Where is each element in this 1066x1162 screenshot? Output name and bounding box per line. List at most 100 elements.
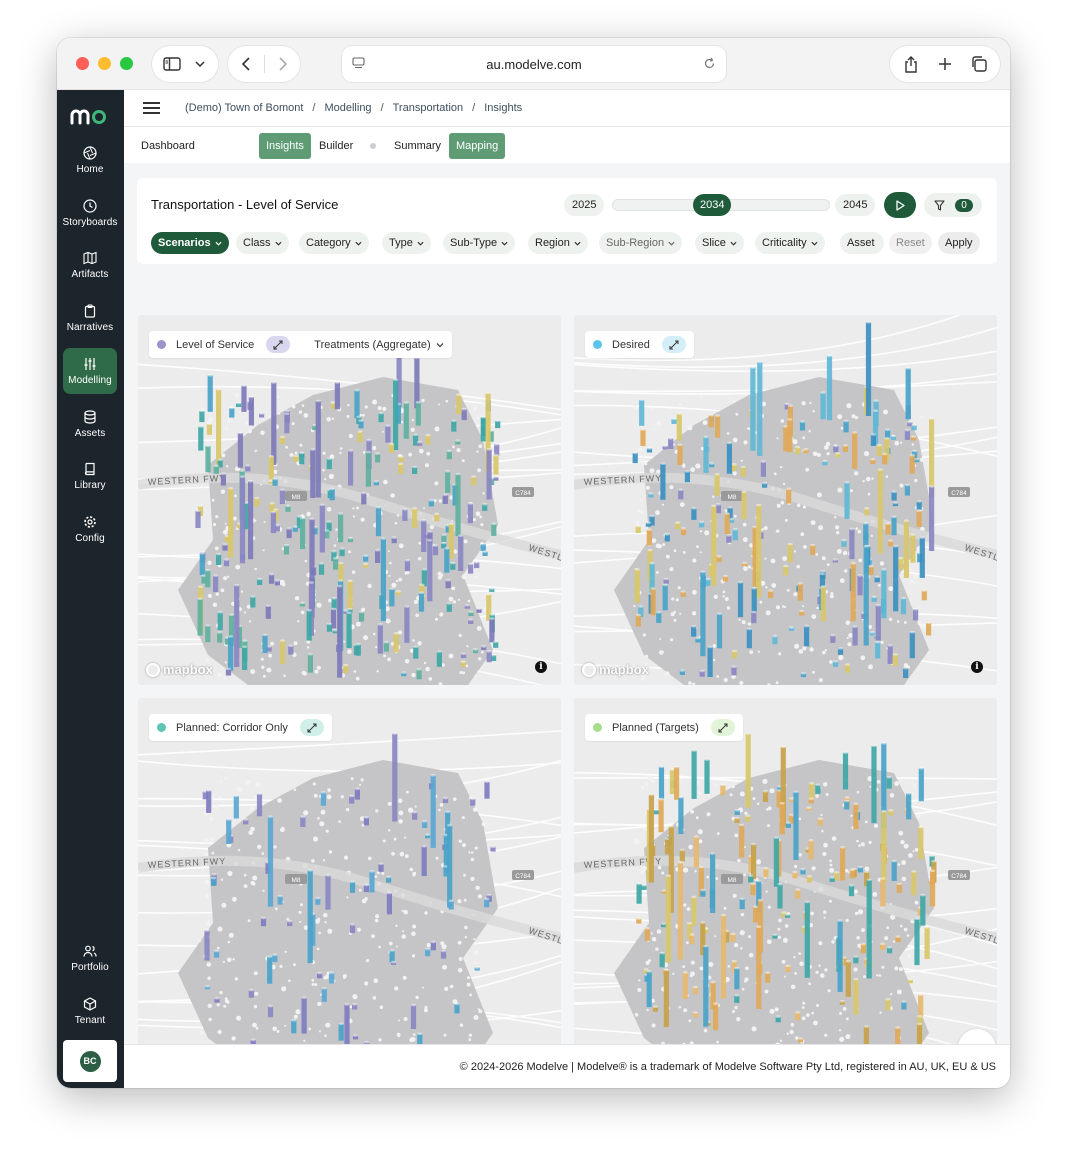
copyright-text: © 2024-2026 Modelve | Modelve® is a trad… xyxy=(459,1061,996,1073)
map-legend: Planned: Corridor Only xyxy=(149,714,332,741)
sidebar-item-tenant[interactable]: Tenant xyxy=(63,988,117,1034)
chevron-down-icon xyxy=(501,241,508,246)
reset-button[interactable]: Reset xyxy=(889,232,932,254)
info-icon[interactable]: i xyxy=(971,661,983,673)
sidebar-item-portfolio[interactable]: Portfolio xyxy=(63,935,117,981)
svg-text:M8: M8 xyxy=(291,877,300,884)
reload-icon[interactable] xyxy=(703,57,716,75)
breadcrumb-item[interactable]: Modelling xyxy=(324,102,371,114)
year-start-label[interactable]: 2025 xyxy=(564,194,605,216)
plus-icon[interactable] xyxy=(931,50,959,78)
map-legend: Desired xyxy=(585,331,694,358)
minimize-window-button[interactable] xyxy=(98,57,111,70)
tabs-icon[interactable] xyxy=(965,50,993,78)
legend-label: Level of Service xyxy=(176,338,255,351)
expand-button[interactable] xyxy=(710,719,735,736)
sidebar-item-config[interactable]: Config xyxy=(63,506,117,552)
map-panel-level-of-service[interactable]: WESTERN FWY WESTL M8 C784 Level of Service … xyxy=(138,315,561,685)
map-canvas[interactable]: WESTERN FWYWESTLM8C784 xyxy=(574,698,997,1068)
map-canvas[interactable]: WESTERN FWYWESTLM8C784 xyxy=(138,315,561,685)
tab-mapping[interactable]: Mapping xyxy=(449,133,506,159)
svg-text:C784: C784 xyxy=(951,873,967,880)
sidebar-item-label: Tenant xyxy=(74,1014,106,1026)
map-panel-desired[interactable]: WESTERN FWY WESTL M8 C784 Desired mapbox i xyxy=(574,315,997,685)
filter-subregion[interactable]: Sub-Region xyxy=(599,232,683,254)
zoom-window-button[interactable] xyxy=(120,57,133,70)
expand-button[interactable] xyxy=(661,336,686,353)
map-legend: Level of Service Treatments (Aggregate) xyxy=(149,331,452,358)
filter-icon xyxy=(934,199,945,211)
avatar: BC xyxy=(79,1050,101,1072)
sidebar-item-home[interactable]: Home xyxy=(63,137,117,183)
sidebar-item-assets[interactable]: Assets xyxy=(63,401,117,447)
chevron-down-icon[interactable] xyxy=(186,50,214,78)
legend-dot xyxy=(593,723,602,732)
treatments-dropdown[interactable]: Treatments (Aggregate) xyxy=(314,338,444,351)
expand-button[interactable] xyxy=(299,719,324,736)
filter-slice[interactable]: Slice xyxy=(695,232,744,254)
url-text: au.modelve.com xyxy=(486,57,582,72)
tab-dashboard[interactable]: Dashboard xyxy=(134,133,202,159)
filter-class[interactable]: Class xyxy=(236,232,289,254)
chevron-down-icon xyxy=(730,241,737,246)
mapbox-logo[interactable]: mapbox xyxy=(582,662,649,677)
play-button[interactable] xyxy=(884,192,916,218)
sidebar-item-label: Narratives xyxy=(66,321,114,333)
map-canvas[interactable]: WESTERN FWYWESTLM8C784 xyxy=(574,315,997,685)
breadcrumb-item[interactable]: (Demo) Town of Bomont xyxy=(185,102,303,114)
browser-window: au.modelve.com Home Storyboards Artifact… xyxy=(57,38,1010,1088)
legend-dot xyxy=(157,723,166,732)
expand-icon xyxy=(273,340,283,349)
filter-scenarios[interactable]: Scenarios xyxy=(151,232,229,254)
expand-button[interactable] xyxy=(266,336,291,353)
info-icon[interactable]: i xyxy=(535,661,547,673)
modelve-logo[interactable] xyxy=(70,106,110,126)
sidebar-item-modelling[interactable]: Modelling xyxy=(63,348,117,394)
forward-icon[interactable] xyxy=(269,50,297,78)
box-icon xyxy=(83,996,97,1011)
chevron-down-icon xyxy=(355,241,362,246)
browser-titlebar: au.modelve.com xyxy=(57,38,1010,90)
filter-label: Slice xyxy=(702,237,726,249)
breadcrumb-item[interactable]: Transportation xyxy=(393,102,464,114)
sidebar-item-library[interactable]: Library xyxy=(63,453,117,499)
sliders-icon xyxy=(84,357,96,370)
filter-subtype[interactable]: Sub-Type xyxy=(443,232,516,254)
map-panel-planned-corridor-only[interactable]: WESTERN FWY WESTL M8 C784 Planned: Corridor… xyxy=(138,698,561,1068)
mapbox-logo[interactable]: mapbox xyxy=(146,662,213,677)
active-filters-button[interactable]: 0 xyxy=(924,193,982,217)
address-bar[interactable]: au.modelve.com xyxy=(342,46,726,82)
sidebar-icon[interactable] xyxy=(158,50,186,78)
breadcrumb: (Demo) Town of Bomont / Modelling / Transpor… xyxy=(185,102,523,114)
filter-region[interactable]: Region xyxy=(528,232,588,254)
road-shield: M8 xyxy=(285,491,307,501)
treatments-label: Treatments (Aggregate) xyxy=(314,338,431,351)
filter-category[interactable]: Category xyxy=(299,232,369,254)
chevron-down-icon xyxy=(811,241,818,246)
year-slider-handle[interactable]: 2034 xyxy=(693,194,732,216)
back-icon[interactable] xyxy=(232,50,260,78)
filter-type[interactable]: Type xyxy=(382,232,431,254)
chevron-down-icon xyxy=(574,241,581,246)
filter-asset[interactable]: Asset xyxy=(840,232,884,254)
breadcrumb-item[interactable]: Insights xyxy=(484,102,522,114)
year-end-label[interactable]: 2045 xyxy=(835,194,876,216)
tab-insights[interactable]: Insights xyxy=(259,133,311,159)
sidebar-item-artifacts[interactable]: Artifacts xyxy=(63,242,117,288)
user-avatar-button[interactable]: BC xyxy=(63,1040,117,1082)
filter-label: Sub-Region xyxy=(606,237,665,249)
map-panel-planned-targets[interactable]: WESTERN FWY WESTL M8 C784 Planned (Targets)… xyxy=(574,698,997,1068)
share-icon[interactable] xyxy=(897,50,925,78)
filter-count-badge: 0 xyxy=(955,198,973,212)
tab-summary[interactable]: Summary xyxy=(387,133,448,159)
map-canvas[interactable]: WESTERN FWYWESTLM8C784 xyxy=(138,698,561,1068)
filter-criticality[interactable]: Criticality xyxy=(755,232,825,254)
expand-icon xyxy=(307,723,317,732)
menu-icon[interactable] xyxy=(143,102,160,114)
tab-builder[interactable]: Builder xyxy=(312,133,360,159)
sidebar-item-narratives[interactable]: Narratives xyxy=(63,295,117,341)
close-window-button[interactable] xyxy=(76,57,89,70)
sidebar-toggle-group xyxy=(152,46,218,82)
apply-button[interactable]: Apply xyxy=(938,232,980,254)
sidebar-item-storyboards[interactable]: Storyboards xyxy=(62,190,117,236)
